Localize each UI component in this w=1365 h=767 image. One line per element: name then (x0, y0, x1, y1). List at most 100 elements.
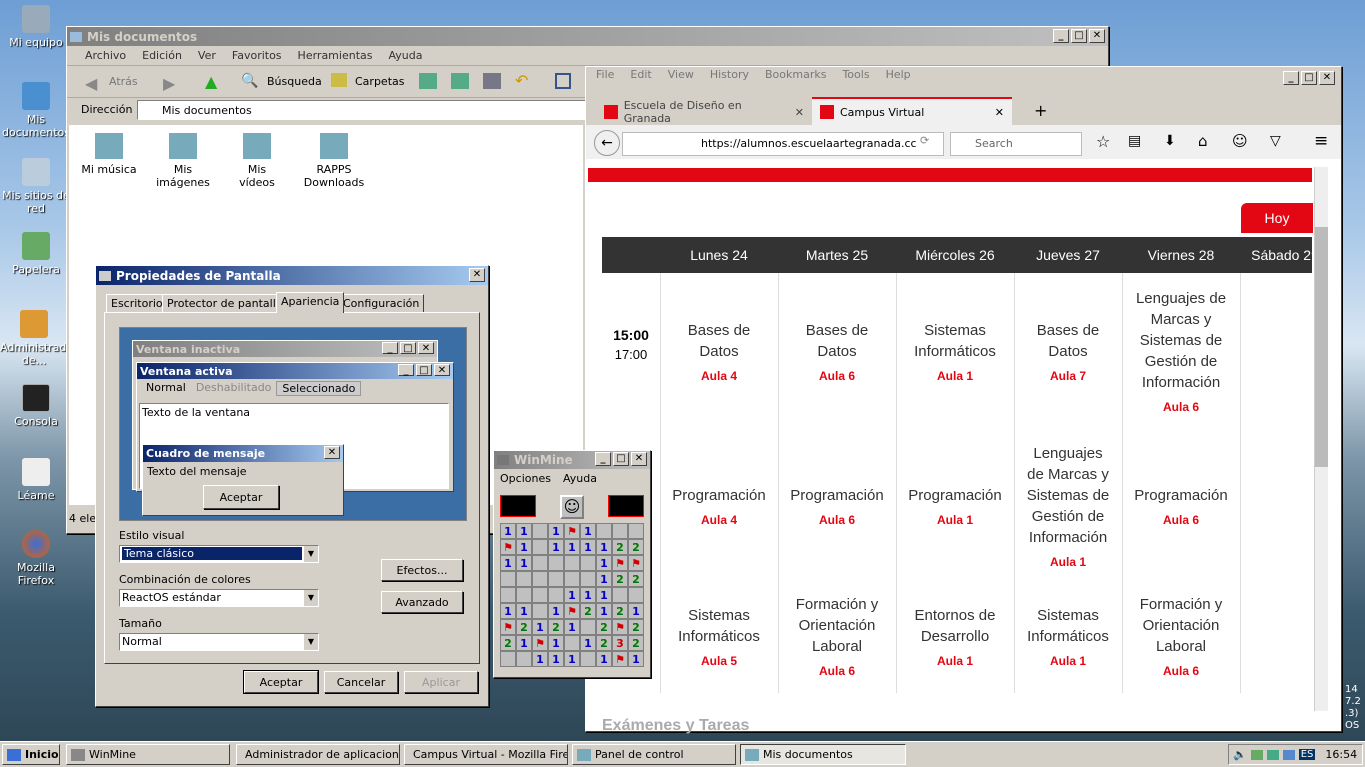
dialog-titlebar[interactable]: Propiedades de Pantalla ✕ (96, 266, 488, 285)
explorer-titlebar[interactable]: Mis documentos _ □ ✕ (67, 27, 1108, 46)
tab-escritorio[interactable]: Escritorio (106, 294, 168, 312)
mine-cell[interactable] (548, 571, 564, 587)
flag-icon[interactable]: ⚑ (628, 555, 644, 571)
mine-cell[interactable]: 1 (516, 555, 532, 571)
mine-cell[interactable] (628, 587, 644, 603)
mine-cell[interactable]: 1 (516, 539, 532, 555)
flag-icon[interactable]: ⚑ (612, 619, 628, 635)
file-item[interactable]: Mi música (81, 133, 137, 176)
mine-cell[interactable]: 1 (548, 539, 564, 555)
network-icon[interactable] (1250, 749, 1263, 760)
start-button[interactable]: Inicio (2, 744, 60, 765)
close-button[interactable]: ✕ (469, 268, 485, 282)
mine-cell[interactable]: 3 (612, 635, 628, 651)
schedule-cell[interactable]: Formación y Orientación Laboral Aula 6 (778, 583, 896, 693)
undo-icon[interactable]: ↶ (515, 71, 528, 90)
flag-icon[interactable]: ⚑ (532, 635, 548, 651)
taskbar-item[interactable]: Panel de control (572, 744, 736, 765)
mine-cell[interactable] (564, 571, 580, 587)
mine-cell[interactable]: 1 (580, 539, 596, 555)
close-button[interactable]: ✕ (1319, 71, 1335, 85)
flag-icon[interactable]: ⚑ (500, 619, 516, 635)
winmine-titlebar[interactable]: WinMine _ □ ✕ (494, 451, 650, 469)
cancel-button[interactable]: Cancelar (324, 671, 398, 693)
mine-cell[interactable]: 2 (516, 619, 532, 635)
mine-cell[interactable] (612, 523, 628, 539)
flag-icon[interactable]: ⚑ (500, 539, 516, 555)
apply-button[interactable]: Aplicar (404, 671, 478, 693)
close-tab-icon[interactable]: ✕ (995, 106, 1004, 119)
mine-cell[interactable] (532, 587, 548, 603)
folders-button[interactable]: Carpetas (355, 75, 404, 88)
mine-cell[interactable]: 1 (564, 651, 580, 667)
mine-cell[interactable]: 1 (596, 571, 612, 587)
menu-bookmarks[interactable]: Bookmarks (765, 68, 826, 81)
schedule-cell[interactable]: Formación y Orientación Laboral Aula 6 (1122, 583, 1240, 693)
mine-cell[interactable]: 2 (548, 619, 564, 635)
mine-cell[interactable]: 1 (596, 539, 612, 555)
close-button[interactable]: ✕ (631, 452, 647, 466)
menu-ver[interactable]: Ver (198, 49, 216, 62)
mine-cell[interactable]: 2 (596, 619, 612, 635)
menu-archivo[interactable]: Archivo (85, 49, 126, 62)
menu-edit[interactable]: Edit (630, 68, 651, 81)
menu-edicion[interactable]: Edición (142, 49, 182, 62)
chevron-down-icon[interactable]: ▼ (304, 634, 318, 650)
mine-cell[interactable]: 2 (612, 571, 628, 587)
recycle-bin-icon[interactable]: Papelera (0, 232, 72, 276)
mine-cell[interactable] (564, 635, 580, 651)
taskbar-item[interactable]: Mis documentos (740, 744, 906, 765)
size-select[interactable]: Normal ▼ (119, 633, 319, 651)
menu-help[interactable]: Help (886, 68, 911, 81)
mine-cell[interactable] (532, 539, 548, 555)
mine-cell[interactable]: 1 (564, 619, 580, 635)
schedule-cell[interactable]: Bases de Datos Aula 4 (660, 273, 778, 433)
file-item[interactable]: RAPPS Downloads (299, 133, 369, 189)
chevron-down-icon[interactable]: ▼ (304, 590, 318, 606)
schedule-cell[interactable]: Sistemas Informáticos Aula 5 (660, 583, 778, 693)
display-icon[interactable] (1282, 749, 1295, 760)
flag-icon[interactable]: ⚑ (612, 555, 628, 571)
taskbar-item[interactable]: Campus Virtual - Mozilla Fire... (404, 744, 568, 765)
schedule-cell[interactable]: Programación Aula 6 (1122, 433, 1240, 583)
reload-icon[interactable]: ⟳ (920, 134, 929, 147)
network-places-icon[interactable]: Mis sitios de red (0, 158, 72, 215)
tab-escuela[interactable]: Escuela de Diseño en Granada ✕ (604, 99, 804, 125)
file-item[interactable]: Mis vídeos (229, 133, 285, 189)
schedule-cell[interactable]: Lenguajes de Marcas y Sistemas de Gestió… (1014, 433, 1122, 583)
mine-cell[interactable] (628, 523, 644, 539)
schedule-cell[interactable]: Programación Aula 6 (778, 433, 896, 583)
tab-apariencia[interactable]: Apariencia (276, 292, 345, 313)
close-button[interactable]: ✕ (1089, 29, 1105, 43)
up-arrow-icon[interactable]: ▲ (205, 72, 217, 91)
mine-cell[interactable] (500, 571, 516, 587)
maximize-button[interactable]: □ (613, 452, 629, 466)
menu-herramientas[interactable]: Herramientas (298, 49, 373, 62)
mine-cell[interactable] (516, 571, 532, 587)
schedule-cell[interactable]: Entornos de Desarrollo Aula 1 (896, 583, 1014, 693)
menu-history[interactable]: History (710, 68, 749, 81)
mine-cell[interactable]: 2 (628, 571, 644, 587)
tab-configuracion[interactable]: Configuración (338, 294, 425, 312)
mine-cell[interactable]: 1 (628, 603, 644, 619)
forward-arrow-icon[interactable]: ▶ (163, 74, 175, 93)
mine-cell[interactable]: 2 (612, 539, 628, 555)
mine-cell[interactable] (532, 523, 548, 539)
mine-cell[interactable]: 1 (564, 539, 580, 555)
mine-cell[interactable] (580, 571, 596, 587)
firefox-icon[interactable]: Mozilla Firefox (0, 530, 72, 587)
menu-favoritos[interactable]: Favoritos (232, 49, 282, 62)
mine-cell[interactable]: 1 (532, 651, 548, 667)
mine-cell[interactable]: 1 (596, 555, 612, 571)
mine-cell[interactable] (580, 619, 596, 635)
mine-cell[interactable] (532, 571, 548, 587)
download-icon[interactable]: ⬇ (1164, 133, 1176, 149)
maximize-button[interactable]: □ (1071, 29, 1087, 43)
schedule-cell[interactable]: Sistemas Informáticos Aula 1 (896, 273, 1014, 433)
language-indicator[interactable]: ES (1298, 749, 1316, 760)
mine-cell[interactable] (500, 651, 516, 667)
my-documents-icon[interactable]: Mis documentos (0, 82, 72, 139)
ok-button[interactable]: Aceptar (243, 670, 319, 694)
flag-icon[interactable]: ⚑ (612, 651, 628, 667)
clock[interactable]: 16:54 (1325, 748, 1357, 761)
